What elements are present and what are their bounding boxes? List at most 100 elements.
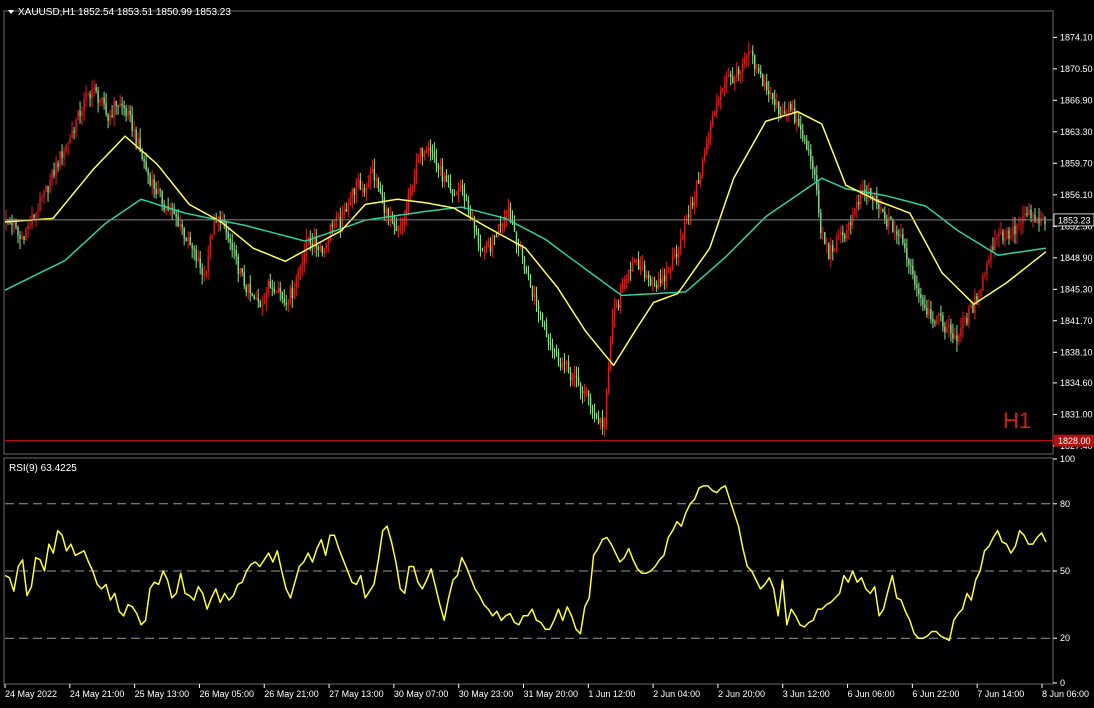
- candle-body: [643, 264, 646, 279]
- candle-body: [45, 185, 47, 191]
- rsi-y-axis: 0 20 50 80 100: [1053, 454, 1075, 688]
- candle-body: [391, 216, 394, 222]
- candle-body: [758, 67, 760, 72]
- candle-body: [587, 390, 590, 398]
- moving-averages: [4, 110, 1047, 367]
- candle-body: [477, 232, 480, 245]
- candle-body: [954, 335, 956, 339]
- candle-body: [527, 273, 530, 277]
- candle-body: [429, 147, 432, 151]
- candle-body: [1010, 235, 1012, 239]
- candle-body: [253, 295, 255, 299]
- candle-body: [948, 324, 950, 328]
- candle-body: [844, 235, 846, 239]
- candle-body: [593, 411, 596, 414]
- candle-body: [790, 104, 792, 111]
- candle-body: [830, 245, 832, 260]
- candle-body: [673, 254, 676, 257]
- candle-body: [51, 170, 53, 180]
- candle-body: [1018, 224, 1020, 226]
- candle-body: [91, 89, 93, 99]
- time-tick-label: 30 May 07:00: [394, 689, 449, 699]
- candle-body: [854, 208, 856, 215]
- candle-body: [257, 297, 259, 302]
- candle-body: [627, 269, 630, 279]
- candle-body: [411, 187, 414, 189]
- candle-body: [187, 236, 189, 242]
- candle-body: [351, 188, 354, 199]
- candle-body: [685, 215, 688, 223]
- candle-body: [549, 343, 552, 346]
- candle-body: [766, 81, 768, 91]
- candle-body: [573, 375, 576, 377]
- candle-body: [625, 278, 628, 280]
- candle-body: [551, 345, 554, 351]
- time-tick-label: 26 May 05:00: [199, 689, 254, 699]
- candle-body: [331, 224, 334, 227]
- candle-body: [848, 222, 850, 231]
- candle-body: [585, 390, 588, 392]
- candle-body: [778, 101, 780, 115]
- candle-body: [814, 168, 816, 176]
- candle-body: [1030, 209, 1032, 219]
- candle-body: [1026, 213, 1028, 216]
- candle-body: [569, 372, 572, 381]
- candle-body: [750, 51, 752, 53]
- candle-body: [203, 274, 205, 276]
- price-tick-label: 1866.90: [1060, 95, 1093, 105]
- candle-body: [123, 105, 125, 109]
- candle-body: [764, 81, 766, 87]
- candle-body: [215, 221, 217, 223]
- candle-body: [639, 265, 642, 270]
- candle-body: [964, 318, 966, 319]
- candle-body: [721, 87, 724, 92]
- candle-body: [952, 333, 954, 339]
- candle-body: [904, 243, 906, 249]
- candle-body: [177, 216, 179, 227]
- candle-body: [655, 284, 658, 288]
- candle-body: [487, 245, 490, 247]
- candle-body: [525, 269, 528, 274]
- dropdown-arrow-icon[interactable]: [8, 10, 14, 14]
- candle-body: [810, 149, 812, 161]
- candle-body: [836, 236, 838, 251]
- candle-body: [772, 92, 774, 100]
- candle-body: [723, 83, 726, 88]
- candle-body: [337, 217, 340, 219]
- candle-body: [383, 196, 386, 213]
- candle-body: [669, 269, 672, 271]
- candle-body: [880, 208, 882, 210]
- candle-body: [457, 188, 460, 194]
- candle-body: [579, 384, 582, 391]
- candle-body: [451, 190, 454, 195]
- candle-body: [269, 281, 271, 288]
- candle-body: [77, 110, 79, 121]
- candle-body: [599, 418, 602, 423]
- candle-body: [245, 285, 247, 293]
- candle-body: [802, 129, 804, 139]
- candle-body: [491, 236, 494, 252]
- timeframe-badge: H1: [1003, 408, 1031, 433]
- candle-body: [105, 103, 107, 115]
- candle-body: [621, 283, 624, 291]
- candle-body: [661, 275, 664, 283]
- candle-body: [83, 99, 85, 112]
- candle-body: [155, 188, 157, 195]
- candle-body: [736, 69, 738, 78]
- candle-body: [824, 232, 826, 244]
- candle-body: [796, 118, 798, 123]
- candle-body: [413, 177, 416, 188]
- candle-body: [419, 147, 422, 159]
- candle-body: [571, 376, 574, 381]
- candle-body: [653, 283, 656, 285]
- candle-body: [792, 107, 794, 111]
- candles: [5, 42, 1046, 437]
- candle-body: [197, 258, 199, 261]
- horizontal-level-label: 1828.00: [1058, 436, 1091, 446]
- candle-body: [363, 188, 366, 193]
- candle-body: [631, 262, 634, 271]
- candle-body: [557, 352, 560, 364]
- candle-body: [289, 287, 291, 303]
- candle-body: [970, 304, 972, 308]
- candle-body: [744, 58, 746, 65]
